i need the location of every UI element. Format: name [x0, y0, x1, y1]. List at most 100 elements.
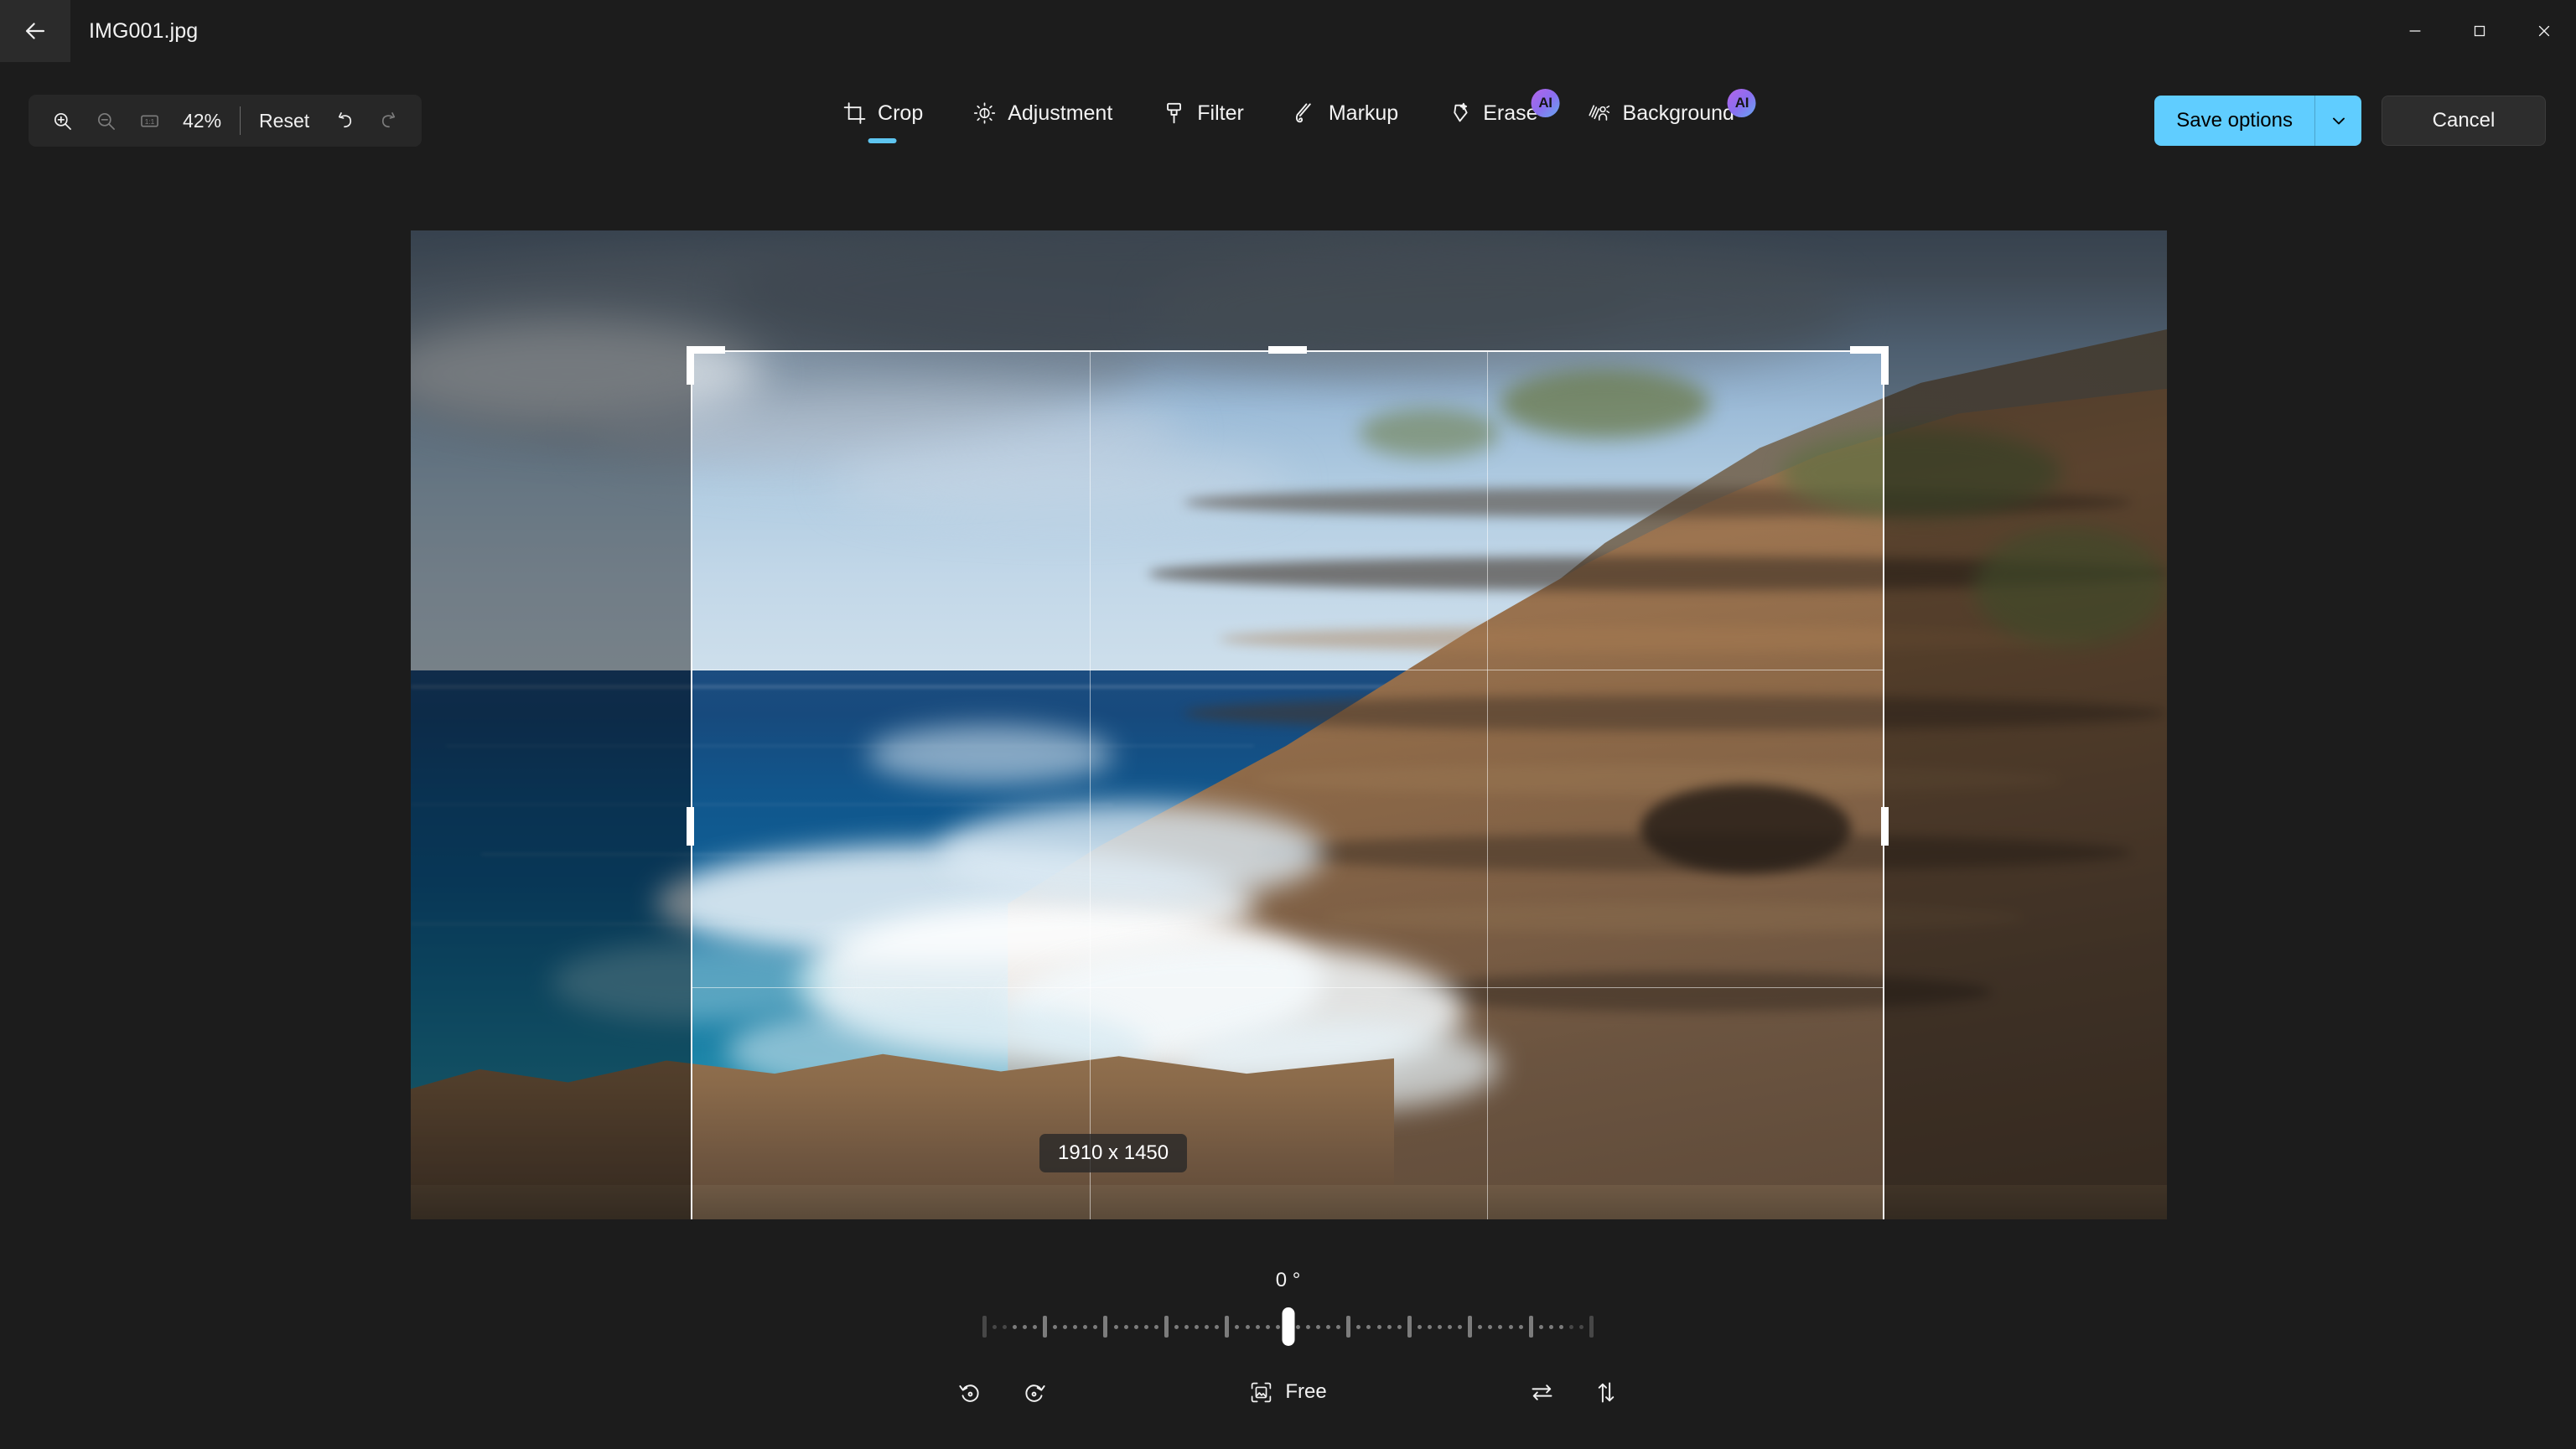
crop-handle-top-center[interactable]	[1268, 346, 1307, 354]
ruler-tick-minor	[1508, 1324, 1513, 1329]
rotation-slider-thumb[interactable]	[1282, 1307, 1294, 1346]
minimize-icon	[2409, 30, 2420, 32]
ruler-tick-minor	[1336, 1324, 1341, 1329]
redo-button[interactable]	[366, 101, 410, 141]
tab-filter[interactable]: Filter	[1146, 91, 1259, 136]
ruler-tick-minor	[1306, 1324, 1310, 1329]
tab-erase[interactable]: Erase AI	[1432, 89, 1560, 136]
tab-adjustment-label: Adjustment	[1008, 101, 1113, 125]
rotate-left-button[interactable]	[945, 1368, 997, 1416]
tab-background-label: Background	[1622, 101, 1734, 125]
minimize-button[interactable]	[2382, 0, 2447, 62]
close-icon	[2538, 25, 2549, 37]
ruler-tick-minor	[1215, 1324, 1220, 1329]
ruler-tick-minor	[1558, 1324, 1563, 1329]
ruler-tick-minor	[1488, 1324, 1493, 1329]
ruler-tick-minor	[1569, 1324, 1574, 1329]
undo-button[interactable]	[323, 101, 366, 141]
maximize-icon	[2474, 25, 2485, 37]
ruler-tick-minor	[1448, 1324, 1453, 1329]
rotate-right-icon	[1025, 1384, 1045, 1402]
tab-adjustment[interactable]: Adjustment	[956, 91, 1127, 136]
crop-dimensions-badge: 1910 x 1450	[1039, 1134, 1188, 1172]
close-button[interactable]	[2511, 0, 2576, 62]
ruler-tick-minor	[1093, 1324, 1098, 1329]
ruler-tick-minor	[1002, 1324, 1007, 1329]
tab-filter-label: Filter	[1197, 101, 1244, 125]
ruler-tick-major	[1407, 1316, 1412, 1338]
tab-crop[interactable]: Crop	[827, 91, 938, 143]
ruler-tick-minor	[1478, 1324, 1483, 1329]
ruler-tick-major	[1346, 1316, 1351, 1338]
reset-button[interactable]: Reset	[246, 101, 323, 141]
ruler-tick-minor	[1356, 1324, 1361, 1329]
ruler-tick-minor	[1143, 1324, 1148, 1329]
crop-bottom-controls: Free	[945, 1364, 1632, 1420]
ruler-tick-minor	[1438, 1324, 1443, 1329]
tab-markup-label: Markup	[1328, 101, 1399, 125]
flip-vertical-button[interactable]	[1579, 1368, 1631, 1416]
rotate-right-button[interactable]	[1008, 1368, 1060, 1416]
ruler-tick-minor	[1326, 1324, 1331, 1329]
ruler-tick-minor	[1235, 1324, 1240, 1329]
crop-grid-line-h2	[692, 987, 1883, 988]
ruler-tick-minor	[1153, 1324, 1158, 1329]
save-options-dropdown-button[interactable]	[2314, 96, 2361, 146]
ruler-tick-major	[1468, 1316, 1473, 1338]
aspect-ratio-button[interactable]: Free	[1234, 1371, 1341, 1414]
crop-grid-line-v2	[1487, 352, 1488, 1219]
ruler-tick-minor	[1245, 1324, 1250, 1329]
save-options-split-button[interactable]: Save options	[2154, 96, 2361, 146]
ruler-tick-minor	[1113, 1324, 1118, 1329]
crop-handle-top-right-v[interactable]	[1881, 346, 1889, 385]
crop-selection-box[interactable]	[691, 350, 1884, 1219]
one-to-one-icon: 1:1	[140, 115, 158, 127]
flip-horizontal-icon	[1532, 1384, 1552, 1400]
save-options-button[interactable]: Save options	[2154, 96, 2314, 146]
crop-grid-line-v1	[1090, 352, 1091, 1219]
zoom-out-icon	[97, 112, 115, 130]
ai-badge-background: AI	[1727, 89, 1756, 117]
cancel-button[interactable]: Cancel	[2382, 96, 2546, 146]
maximize-button[interactable]	[2447, 0, 2511, 62]
flip-vertical-icon	[1598, 1382, 1615, 1402]
ruler-tick-minor	[1366, 1324, 1371, 1329]
ruler-tick-minor	[1548, 1324, 1553, 1329]
image-canvas[interactable]: 1910 x 1450	[411, 230, 2167, 1219]
tab-markup[interactable]: Markup	[1278, 91, 1413, 136]
zoom-toolbar: 1:1 42% Reset	[29, 95, 422, 147]
filter-icon	[1166, 102, 1181, 124]
actual-size-button[interactable]: 1:1	[127, 101, 171, 141]
zoom-in-button[interactable]	[40, 101, 84, 141]
ruler-tick-minor	[1063, 1324, 1068, 1329]
crop-handle-right-middle[interactable]	[1881, 807, 1889, 846]
toolbar-divider	[240, 106, 241, 135]
title-bar: IMG001.jpg	[0, 0, 2576, 62]
crop-handle-top-left-v[interactable]	[687, 346, 694, 385]
pen-icon	[1296, 103, 1312, 123]
rotate-left-icon	[959, 1384, 979, 1402]
crop-handle-left-middle[interactable]	[687, 807, 694, 846]
zoom-level-value: 42%	[183, 109, 222, 132]
tab-background[interactable]: Background AI	[1572, 89, 1756, 136]
background-icon	[1589, 105, 1610, 121]
ruler-tick-minor	[1417, 1324, 1422, 1329]
ruler-tick-minor	[1518, 1324, 1523, 1329]
zoom-out-button[interactable]	[84, 101, 127, 141]
ruler-tick-minor	[1174, 1324, 1179, 1329]
tab-active-indicator	[868, 138, 897, 143]
flip-horizontal-button[interactable]	[1516, 1368, 1568, 1416]
ruler-tick-minor	[1073, 1324, 1078, 1329]
ruler-tick-minor	[1195, 1324, 1200, 1329]
ruler-tick-minor	[1133, 1324, 1138, 1329]
ruler-tick-minor	[1012, 1324, 1017, 1329]
tab-crop-label: Crop	[878, 101, 924, 125]
back-button[interactable]	[0, 0, 70, 62]
ruler-tick-minor	[1275, 1324, 1280, 1329]
file-name-title: IMG001.jpg	[89, 18, 199, 43]
redo-icon	[381, 111, 395, 127]
ruler-tick-major	[1042, 1316, 1047, 1338]
chevron-down-icon	[2332, 117, 2345, 125]
ruler-tick-minor	[1386, 1324, 1392, 1329]
ruler-tick-minor	[1123, 1324, 1128, 1329]
